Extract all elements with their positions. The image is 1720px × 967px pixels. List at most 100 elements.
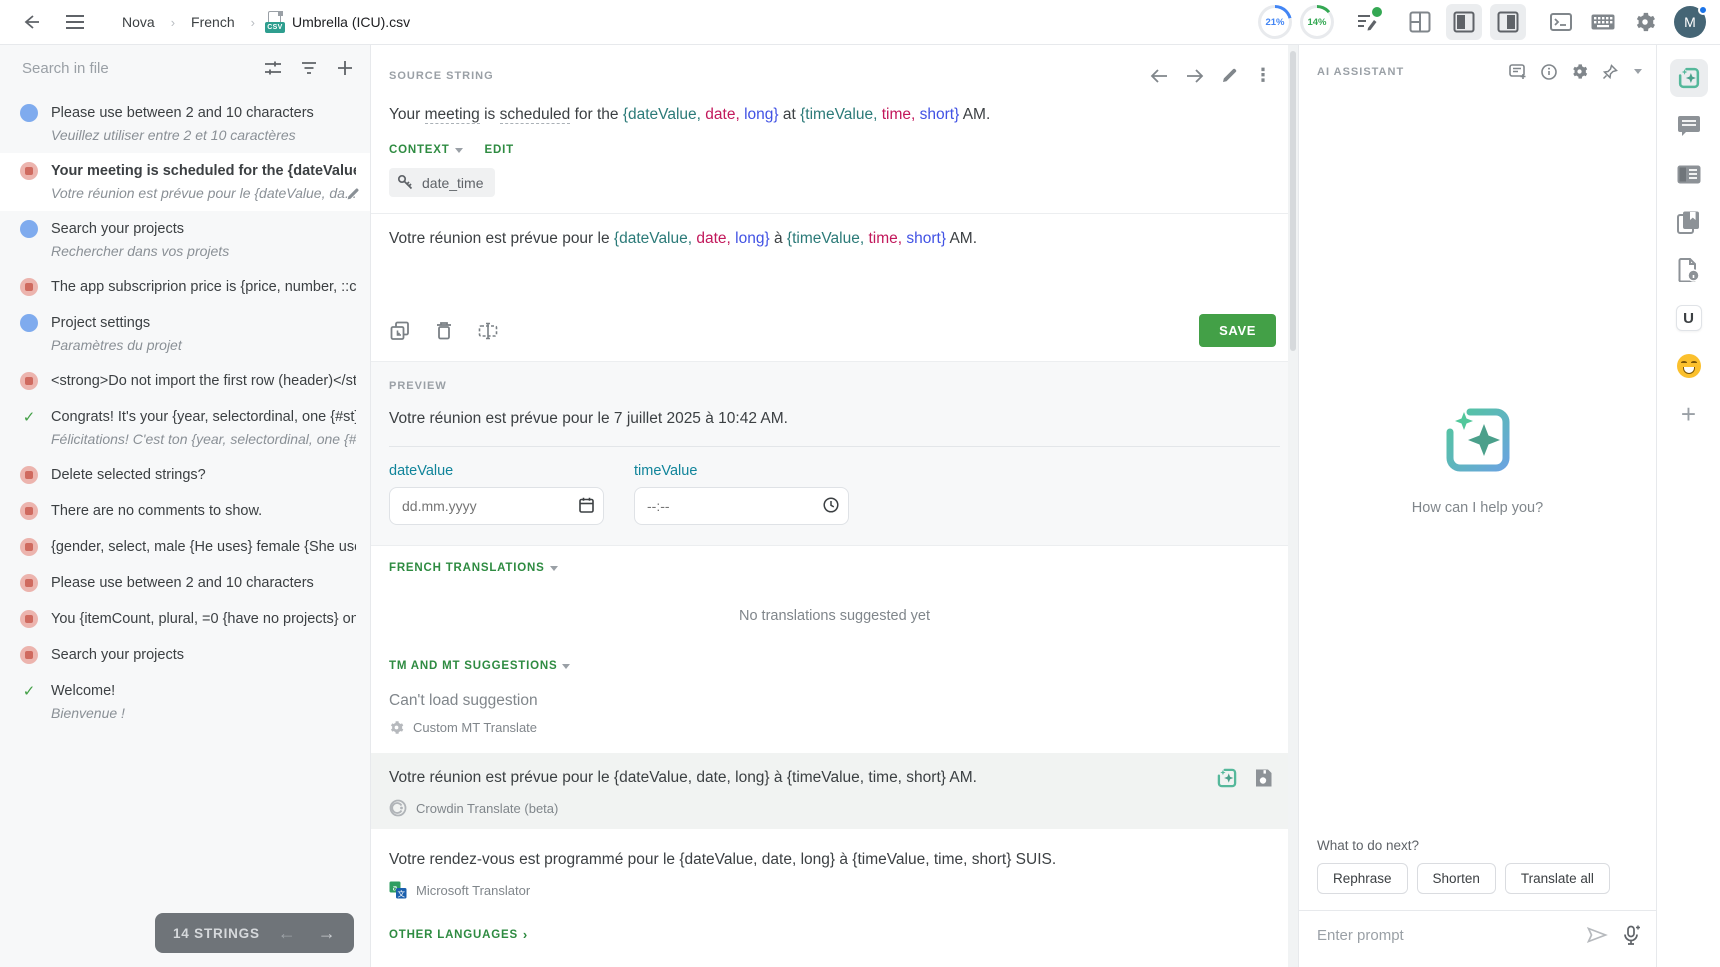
suggestion-row[interactable]: Votre réunion est prévue pour le {dateVa… — [371, 753, 1298, 829]
tm-mt-suggestions-toggle[interactable]: TM AND MT SUGGESTIONS — [389, 660, 1280, 672]
layout-grid-icon[interactable] — [1402, 4, 1438, 40]
string-segment: Your — [389, 106, 425, 123]
breadcrumb-project[interactable]: Nova — [116, 10, 161, 34]
other-languages-toggle[interactable]: OTHER LANGUAGES› — [389, 927, 528, 942]
search-input[interactable] — [22, 60, 252, 77]
preview-field-timeValue: timeValue — [634, 463, 849, 525]
untranslated-status-icon — [20, 610, 38, 628]
back-icon[interactable] — [14, 5, 48, 39]
french-translations-toggle[interactable]: FRENCH TRANSLATIONS — [389, 562, 1280, 574]
tune-filters-icon[interactable] — [258, 53, 288, 83]
rephrase-button[interactable]: Rephrase — [1317, 863, 1408, 894]
provider-name: Microsoft Translator — [416, 883, 530, 898]
string-list-item[interactable]: You {itemCount, plural, =0 {have no proj… — [0, 601, 370, 637]
string-list-item[interactable]: The app subscriprion price is {price, nu… — [0, 269, 370, 305]
custom-app-u-tab[interactable]: U — [1670, 299, 1708, 337]
string-list-item[interactable]: Please use between 2 and 10 characters — [0, 565, 370, 601]
string-list-item[interactable]: <strong>Do not import the first row (hea… — [0, 363, 370, 399]
editor-scrollbar[interactable] — [1288, 45, 1298, 967]
select-text-icon[interactable] — [475, 318, 501, 344]
avatar-status-dot — [1698, 5, 1708, 15]
ai-refine-suggestion-icon[interactable] — [1216, 767, 1238, 789]
shorten-button[interactable]: Shorten — [1417, 863, 1496, 894]
more-options-icon[interactable]: ⋮ — [1254, 65, 1272, 86]
copy-source-icon[interactable] — [387, 318, 413, 344]
console-icon[interactable] — [1544, 5, 1578, 39]
glossary-tab-icon[interactable] — [1670, 203, 1708, 241]
string-list-item[interactable]: There are no comments to show. — [0, 493, 370, 529]
gear-icon[interactable] — [1628, 5, 1662, 39]
breadcrumb-file[interactable]: CSV Umbrella (ICU).csv — [265, 11, 410, 33]
use-suggestion-save-icon[interactable] — [1254, 769, 1272, 787]
clear-translation-icon[interactable] — [431, 318, 457, 344]
filter-icon[interactable] — [294, 53, 324, 83]
string-list-item[interactable]: Delete selected strings? — [0, 457, 370, 493]
no-translations-message: No translations suggested yet — [389, 574, 1280, 660]
info-icon[interactable] — [1541, 64, 1557, 80]
string-segment: {timeValue, — [787, 230, 864, 247]
timeValue-input[interactable] — [634, 487, 849, 525]
string-list-item[interactable]: {gender, select, male {He uses} female {… — [0, 529, 370, 565]
context-info-tab-icon[interactable] — [1670, 155, 1708, 193]
string-segment: long} — [735, 230, 769, 247]
what-to-do-next-label: What to do next? — [1317, 838, 1638, 853]
prev-string-arrow[interactable]: ← — [274, 923, 300, 944]
approval-progress-ring[interactable]: 14% — [1300, 5, 1334, 39]
string-source-text: Search your projects — [51, 219, 356, 239]
file-info-tab-icon[interactable] — [1670, 251, 1708, 289]
prompt-input[interactable] — [1317, 927, 1572, 944]
gear-small-icon — [389, 720, 404, 735]
string-list-item[interactable]: Search your projectsRechercher dans vos … — [0, 211, 370, 269]
strings-sidebar: Please use between 2 and 10 charactersVe… — [0, 45, 370, 967]
pin-icon[interactable] — [1602, 64, 1618, 80]
layout-left-panel-icon[interactable] — [1446, 4, 1482, 40]
edit-context-button[interactable]: EDIT — [485, 144, 514, 156]
string-list-item[interactable]: ✓Welcome!Bienvenue ! — [0, 673, 370, 731]
string-segment: {dateValue, — [623, 106, 701, 123]
string-source-text: Congrats! It's your {year, selectordinal… — [51, 407, 356, 427]
calendar-icon[interactable] — [579, 497, 594, 513]
string-list-item[interactable]: Please use between 2 and 10 charactersVe… — [0, 95, 370, 153]
chevron-right-icon: › — [171, 15, 175, 30]
comments-tab-icon[interactable] — [1670, 107, 1708, 145]
draft-edit-icon[interactable] — [1350, 5, 1384, 39]
clock-icon[interactable] — [823, 497, 839, 513]
translate-all-button[interactable]: Translate all — [1505, 863, 1610, 894]
previous-string-icon[interactable] — [1149, 68, 1169, 84]
untranslated-status-icon — [20, 538, 38, 556]
string-list-item[interactable]: Search your projects — [0, 637, 370, 673]
string-segment: time, — [868, 230, 902, 247]
suggestion-row[interactable]: Votre rendez-vous est programmé pour le … — [371, 835, 1298, 911]
translation-input[interactable]: Votre réunion est prévue pour le {dateVa… — [371, 214, 1298, 306]
layout-right-panel-icon[interactable] — [1490, 4, 1526, 40]
new-conversation-icon[interactable] — [1509, 64, 1527, 80]
user-avatar[interactable]: M — [1674, 6, 1706, 38]
keyboard-shortcuts-icon[interactable] — [1586, 5, 1620, 39]
add-string-icon[interactable] — [330, 53, 360, 83]
dateValue-input[interactable] — [389, 487, 604, 525]
cant-load-suggestion-text: Can't load suggestion — [371, 672, 1298, 710]
string-key-chip[interactable]: date_time — [389, 168, 495, 197]
string-list-item[interactable]: Project settingsParamètres du projet — [0, 305, 370, 363]
edit-source-icon[interactable] — [1221, 67, 1238, 84]
next-string-icon[interactable] — [1185, 68, 1205, 84]
edit-pencil-icon[interactable] — [346, 187, 360, 201]
emoji-app-tab-icon[interactable] — [1670, 347, 1708, 385]
save-button[interactable]: SAVE — [1199, 314, 1276, 347]
breadcrumb-language[interactable]: French — [185, 10, 241, 34]
translation-progress-ring[interactable]: 21% — [1258, 5, 1292, 39]
ai-settings-gear-icon[interactable] — [1571, 63, 1588, 80]
ai-assistant-tab-icon[interactable] — [1670, 59, 1708, 97]
send-icon[interactable] — [1586, 926, 1608, 944]
preview-text: Votre réunion est prévue pour le 7 juill… — [389, 394, 1280, 447]
string-list-item[interactable]: ✓Congrats! It's your {year, selectordina… — [0, 399, 370, 457]
hamburger-menu-icon[interactable] — [58, 5, 92, 39]
next-string-arrow[interactable]: → — [314, 923, 340, 944]
string-list-item[interactable]: Your meeting is scheduled for the {dateV… — [0, 153, 370, 211]
voice-input-icon[interactable] — [1622, 925, 1640, 945]
caret-down-icon[interactable] — [1634, 69, 1642, 74]
key-icon — [397, 174, 414, 191]
add-app-icon[interactable]: + — [1670, 395, 1708, 433]
preview-section: PREVIEW Votre réunion est prévue pour le… — [371, 361, 1298, 546]
context-toggle[interactable]: CONTEXT — [389, 144, 463, 156]
